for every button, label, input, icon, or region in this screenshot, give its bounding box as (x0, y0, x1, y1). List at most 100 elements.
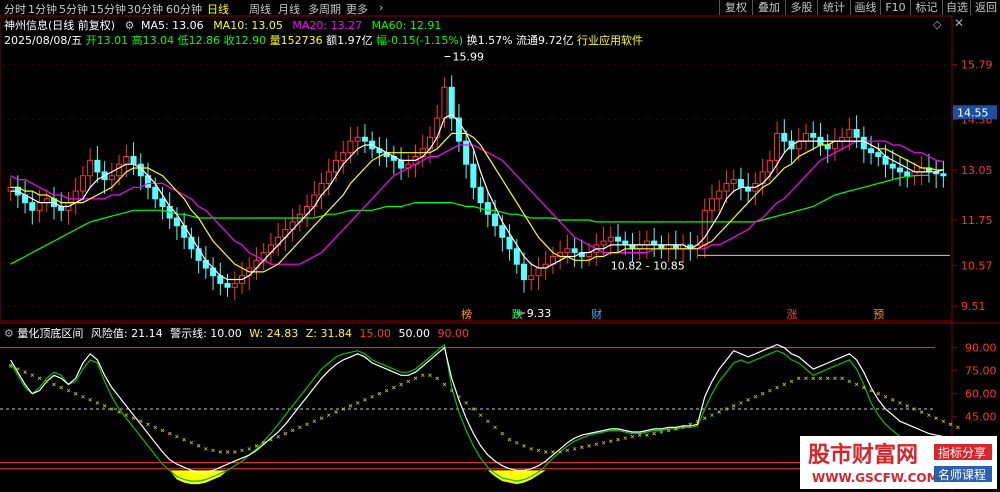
warn-cross (587, 444, 591, 448)
warn-cross (731, 404, 736, 408)
event-marker: 跌 (512, 307, 523, 321)
candle-body (607, 236, 614, 242)
warn-cross (138, 419, 143, 424)
candle-body (860, 136, 867, 150)
candle-body (448, 86, 455, 119)
warn-cross (175, 434, 179, 439)
warn-cross (348, 404, 353, 408)
warn-cross (478, 413, 483, 417)
candle-body (875, 152, 882, 158)
warn-cross (305, 422, 309, 427)
warn-cross (768, 388, 772, 393)
warn-cross (399, 382, 403, 387)
candle-body (528, 275, 535, 281)
indicator-tick-label: 90.00 (965, 342, 997, 355)
candle-body (810, 132, 817, 138)
warn-cross (551, 450, 555, 454)
z-label: Z: 31.84 (305, 327, 352, 340)
candle-body (781, 132, 788, 142)
warn-cross (377, 391, 382, 396)
warn-cross (167, 431, 172, 436)
warn-cross (225, 450, 230, 454)
candle-body (29, 202, 36, 211)
price-tick-label: 11.75 (961, 214, 993, 227)
candle-body (231, 282, 238, 288)
candle-body (614, 236, 622, 242)
warn-cross (81, 394, 85, 399)
indicator-tick-label: 75.00 (965, 365, 997, 378)
warn-cross (782, 382, 787, 387)
warn-cross (558, 450, 562, 454)
indicator-settings-icon[interactable]: ⚙ (4, 327, 14, 340)
warn-cross (869, 388, 873, 393)
level90-label: 90.00 (437, 327, 469, 340)
event-marker: 榜 (461, 307, 472, 321)
warn-cross (8, 364, 13, 368)
price-tick-label: 10.57 (961, 259, 993, 272)
warn-cross (370, 394, 374, 399)
warn-cross (652, 431, 656, 436)
candle-body (571, 248, 578, 254)
ma10-line (10, 132, 944, 273)
warn-cross (153, 425, 158, 430)
candle-body (130, 156, 137, 165)
warn-cross (514, 440, 519, 445)
warn-cross (594, 442, 599, 447)
indicator-tick-label: 60.00 (965, 388, 997, 401)
warn-cross (876, 391, 881, 396)
indicator-tick-label: 45.00 (965, 411, 997, 424)
candle-body (723, 182, 730, 192)
candle-body (159, 198, 166, 207)
warn-cross (131, 416, 136, 420)
warn-cross (854, 382, 859, 387)
candle-body (195, 248, 202, 261)
kline-chart[interactable]: 15.7914.3613.0511.7510.579.5114.5515.999… (0, 0, 1000, 491)
warn-cross (428, 373, 432, 378)
warn-cross (146, 422, 150, 427)
warn-cross (312, 419, 317, 424)
w-label: W: 24.83 (249, 327, 299, 340)
candle-body (896, 167, 904, 173)
warn-label: 警示线: 10.00 (170, 327, 242, 340)
candle-body (108, 175, 115, 181)
candle-body (940, 173, 947, 177)
warn-cross (580, 445, 584, 450)
warn-cross (218, 450, 223, 454)
candle-body (87, 159, 94, 177)
candle-body (123, 156, 130, 165)
candle-body (94, 159, 101, 173)
candle-body (152, 186, 159, 200)
warn-cross (630, 434, 635, 439)
warn-cross (95, 401, 100, 405)
warn-cross (616, 437, 620, 442)
warn-cross (290, 428, 295, 433)
warn-cross (486, 419, 490, 424)
warn-cross (710, 413, 714, 417)
warn-cross (890, 398, 895, 402)
warn-cross (536, 448, 541, 453)
warn-cross (124, 413, 129, 417)
warn-cross (435, 376, 440, 381)
svg-text:股市财富网: 股市财富网 (808, 442, 918, 468)
warn-cross (37, 376, 42, 381)
warn-cross (30, 373, 35, 378)
candle-body (484, 202, 491, 215)
warn-cross (464, 401, 468, 405)
event-marker: 财 (591, 307, 602, 321)
warn-cross (500, 431, 505, 436)
warn-cross (529, 447, 534, 451)
warn-cross (232, 450, 237, 454)
warn-cross (804, 376, 808, 381)
candles-group (7, 75, 947, 301)
candle-body (506, 236, 513, 250)
warn-cross (746, 398, 750, 402)
candle-body (398, 159, 405, 169)
price-tag-label: 14.55 (957, 106, 989, 119)
candle-body (889, 163, 896, 169)
candle-body (36, 202, 43, 211)
candle-body (716, 190, 723, 200)
event-marker: 涨 (787, 308, 798, 321)
candle-body (441, 86, 448, 119)
candle-body (520, 263, 528, 281)
warn-cross (543, 450, 548, 454)
